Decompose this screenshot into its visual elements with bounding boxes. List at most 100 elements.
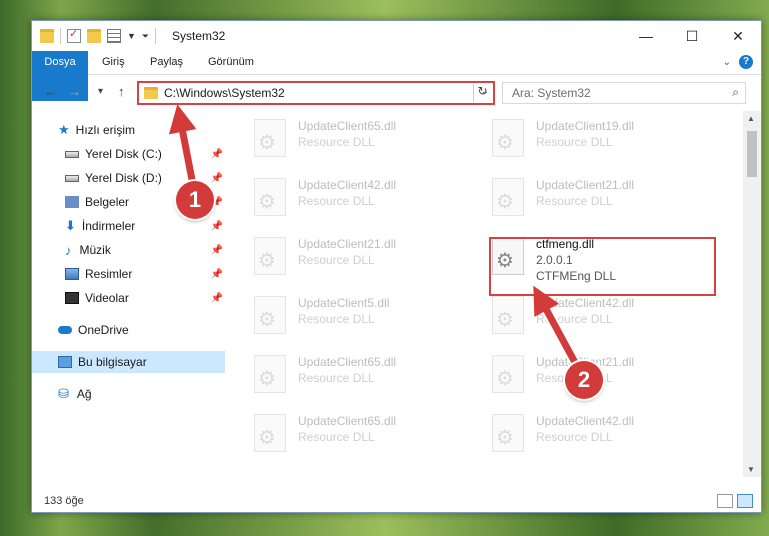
onedrive-icon bbox=[58, 326, 72, 334]
sidebar-item-local-disk-c[interactable]: Yerel Disk (C:) 📌 bbox=[32, 143, 225, 165]
pin-icon[interactable]: 📌 bbox=[211, 221, 223, 232]
disk-icon bbox=[65, 174, 79, 182]
back-button[interactable]: ← bbox=[44, 84, 57, 99]
file-description: Resource DLL bbox=[536, 312, 613, 326]
sidebar-item-videos[interactable]: Videolar 📌 bbox=[32, 287, 225, 309]
file-name: UpdateClient42.dll bbox=[536, 414, 635, 428]
sidebar-item-label: Yerel Disk (D:) bbox=[85, 171, 162, 185]
address-path[interactable]: C:\Windows\System32 bbox=[164, 86, 285, 100]
file-description: Resource DLL bbox=[536, 135, 613, 149]
qat-customize-icon[interactable]: ⏷ bbox=[142, 31, 149, 42]
dll-file-icon bbox=[254, 237, 286, 275]
sidebar-item-label: Müzik bbox=[79, 243, 111, 257]
maximize-button[interactable]: ☐ bbox=[669, 21, 715, 51]
music-icon: ♪ bbox=[65, 242, 72, 258]
sidebar-item-music[interactable]: ♪ Müzik 📌 bbox=[32, 239, 225, 261]
sidebar-item-quick-access[interactable]: ★ Hızlı erişim bbox=[32, 119, 225, 141]
file-item[interactable]: UpdateClient42.dll Resource DLL bbox=[466, 406, 691, 456]
details-view-icon[interactable] bbox=[717, 494, 733, 508]
step-badge-2: 2 bbox=[565, 361, 603, 399]
file-name: UpdateClient42.dll bbox=[298, 178, 397, 192]
search-box[interactable]: Ara: System32 ⌕ bbox=[502, 82, 746, 104]
file-explorer-window: ▼ ⏷ System32 — ☐ ✕ Dosya Giriş Paylaş Gö… bbox=[31, 20, 762, 513]
window-title: System32 bbox=[172, 29, 226, 43]
help-icon[interactable]: ? bbox=[739, 55, 753, 69]
file-item[interactable]: UpdateClient65.dll Resource DLL bbox=[228, 347, 453, 397]
tab-home[interactable]: Giriş bbox=[92, 51, 135, 74]
properties-icon[interactable] bbox=[67, 27, 81, 43]
minimize-button[interactable]: — bbox=[623, 21, 669, 51]
sidebar-item-label: Resimler bbox=[85, 267, 133, 281]
search-icon[interactable]: ⌕ bbox=[732, 85, 739, 100]
star-icon: ★ bbox=[58, 122, 70, 137]
dll-file-icon bbox=[492, 414, 524, 452]
quick-access-toolbar: ▼ ⏷ bbox=[40, 27, 157, 44]
file-name: UpdateClient65.dll bbox=[298, 355, 397, 369]
ribbon-tabs: Dosya Giriş Paylaş Görünüm ⌄ ? bbox=[32, 51, 761, 101]
file-description: Resource DLL bbox=[298, 312, 375, 326]
file-item[interactable]: UpdateClient65.dll Resource DLL bbox=[228, 406, 453, 456]
this-pc-icon bbox=[58, 356, 72, 368]
title-bar: ▼ ⏷ System32 — ☐ ✕ bbox=[32, 21, 761, 51]
pin-icon[interactable]: 📌 bbox=[211, 245, 223, 256]
file-item[interactable]: UpdateClient19.dll Resource DLL bbox=[466, 111, 691, 161]
view-toggle bbox=[717, 494, 753, 508]
pin-icon[interactable]: 📌 bbox=[211, 269, 223, 280]
recent-locations-button[interactable]: ▾ bbox=[98, 86, 103, 97]
sidebar-item-onedrive[interactable]: OneDrive bbox=[32, 319, 225, 341]
scroll-down-icon[interactable]: ▼ bbox=[747, 465, 755, 474]
file-item[interactable]: UpdateClient5.dll Resource DLL bbox=[228, 288, 453, 338]
folder-icon bbox=[144, 87, 158, 99]
window-controls: — ☐ ✕ bbox=[623, 21, 761, 51]
new-folder-icon[interactable] bbox=[87, 29, 101, 43]
item-count: 133 öğe bbox=[44, 495, 84, 507]
navigation-bar: ← → ▾ ↑ C:\Windows\System32 ⌄ ↻ Ara: Sys… bbox=[32, 76, 761, 110]
highlight-box bbox=[489, 237, 716, 296]
scrollbar-thumb[interactable] bbox=[747, 131, 757, 177]
step-badge-1: 1 bbox=[176, 181, 214, 219]
search-placeholder[interactable]: Ara: System32 bbox=[512, 86, 591, 100]
sidebar-item-network[interactable]: ⛁ Ağ bbox=[32, 383, 225, 405]
dll-file-icon bbox=[492, 119, 524, 157]
forward-button[interactable]: → bbox=[68, 84, 81, 99]
pin-icon[interactable]: 📌 bbox=[211, 149, 223, 160]
file-name: UpdateClient21.dll bbox=[536, 178, 635, 192]
file-name: UpdateClient19.dll bbox=[536, 119, 635, 133]
sidebar-item-label: Hızlı erişim bbox=[75, 123, 135, 137]
qat-dropdown-icon[interactable]: ▼ bbox=[127, 31, 136, 41]
scroll-up-icon[interactable]: ▲ bbox=[747, 114, 755, 123]
tab-share[interactable]: Paylaş bbox=[140, 51, 193, 74]
close-button[interactable]: ✕ bbox=[715, 21, 761, 51]
large-icons-view-icon[interactable] bbox=[737, 494, 753, 508]
pin-icon[interactable]: 📌 bbox=[211, 293, 223, 304]
up-button[interactable]: ↑ bbox=[118, 84, 125, 99]
vertical-scrollbar[interactable]: ▲ ▼ bbox=[743, 111, 761, 477]
refresh-button[interactable]: ↻ bbox=[473, 84, 491, 102]
customize-view-icon[interactable] bbox=[107, 29, 121, 43]
file-item[interactable]: UpdateClient21.dll Resource DLL bbox=[228, 229, 453, 279]
separator bbox=[155, 28, 157, 44]
file-item[interactable]: UpdateClient42.dll Resource DLL bbox=[228, 170, 453, 220]
sidebar-item-this-pc[interactable]: Bu bilgisayar bbox=[32, 351, 225, 373]
file-item[interactable]: UpdateClient21.dll Resource DLL bbox=[466, 170, 691, 220]
sidebar-item-label: OneDrive bbox=[78, 323, 129, 337]
tab-view[interactable]: Görünüm bbox=[198, 51, 264, 74]
address-bar[interactable]: C:\Windows\System32 ⌄ bbox=[137, 81, 495, 105]
file-item[interactable]: UpdateClient65.dll Resource DLL bbox=[228, 111, 453, 161]
file-name: UpdateClient5.dll bbox=[298, 296, 390, 310]
file-description: Resource DLL bbox=[298, 371, 375, 385]
dll-file-icon bbox=[254, 296, 286, 334]
dll-file-icon bbox=[492, 296, 524, 334]
expand-ribbon-icon[interactable]: ⌄ bbox=[723, 57, 731, 68]
sidebar-item-label: Belgeler bbox=[85, 195, 130, 209]
sidebar-item-pictures[interactable]: Resimler 📌 bbox=[32, 263, 225, 285]
dll-file-icon bbox=[254, 119, 286, 157]
dll-file-icon bbox=[492, 178, 524, 216]
dll-file-icon bbox=[492, 355, 524, 393]
file-description: Resource DLL bbox=[536, 194, 613, 208]
pin-icon[interactable]: 📌 bbox=[211, 173, 223, 184]
navigation-pane: ★ Hızlı erişim Yerel Disk (C:) 📌 Yerel D… bbox=[32, 116, 225, 478]
sidebar-item-label: Ağ bbox=[76, 387, 92, 401]
disk-icon bbox=[65, 150, 79, 158]
network-icon: ⛁ bbox=[58, 386, 69, 401]
